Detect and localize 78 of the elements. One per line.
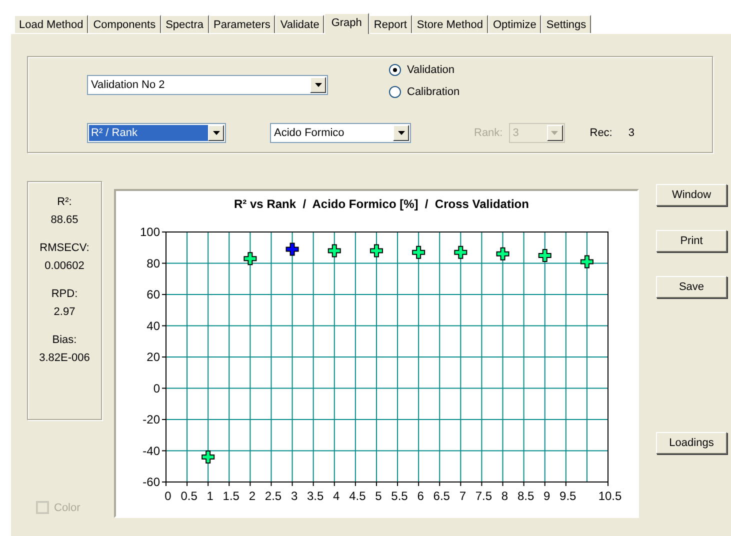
tick-label: 9 [544, 489, 550, 503]
action-button[interactable]: Save [656, 276, 727, 298]
tick-label: 3.5 [307, 489, 324, 503]
data-point [538, 248, 552, 262]
tick-label: -60 [142, 475, 160, 489]
stat-value: 2.97 [54, 306, 76, 318]
action-button[interactable]: Loadings [656, 432, 727, 454]
tick-label: 2.5 [264, 489, 282, 503]
radio-button[interactable] [389, 64, 401, 76]
tick-label: 20 [146, 350, 160, 364]
tick-label: 0.5 [180, 489, 198, 503]
tick-label: 80 [146, 256, 160, 270]
stat-label: R²: [57, 196, 72, 208]
tick-label: 100 [140, 225, 160, 239]
tab[interactable]: Report [368, 15, 412, 33]
data-point [454, 246, 468, 259]
stat-label: RMSECV: [40, 242, 90, 254]
tick-label: 4 [333, 489, 340, 503]
data-point [412, 246, 426, 259]
tick-label: 6.5 [433, 489, 450, 503]
tick-label: 4.5 [349, 489, 366, 503]
tick-label: 7 [459, 489, 466, 503]
caret-icon [212, 131, 220, 135]
tick-label: -40 [142, 444, 160, 458]
rec-label: Rec: [590, 127, 612, 139]
tick-label: 9.5 [560, 489, 576, 503]
tab[interactable]: Spectra [160, 15, 209, 33]
radio-button[interactable] [389, 86, 401, 98]
tick-label: 8.5 [517, 489, 534, 503]
tick-label: 7.5 [475, 489, 492, 503]
tab[interactable]: Store Method [412, 15, 488, 33]
tick-label: 0 [164, 489, 172, 503]
tab[interactable]: Graph [324, 13, 369, 34]
dropdown[interactable]: Validation No 2 [87, 75, 328, 95]
caret-icon [551, 131, 558, 135]
tick-label: 40 [146, 318, 160, 333]
tab[interactable]: Settings [541, 15, 592, 33]
tick-label: 0 [153, 381, 160, 396]
data-point [496, 247, 510, 260]
stat-value: 88.65 [50, 214, 78, 226]
stat-label: Bias: [52, 334, 77, 346]
caret-icon [314, 83, 322, 87]
tab[interactable]: Load Method [14, 15, 88, 33]
stat-value: 3.82E-006 [39, 352, 90, 364]
rec-value: 3 [628, 127, 634, 139]
data-point [202, 450, 215, 464]
checkbox-label: Color [54, 502, 80, 514]
stat-value: 0.00602 [44, 260, 84, 272]
dropdown[interactable]: R² / Rank [87, 123, 226, 143]
tab[interactable]: Validate [275, 15, 324, 33]
tick-label: -20 [142, 412, 160, 426]
tab[interactable]: Components [88, 15, 161, 33]
tick-label: 1 [206, 489, 214, 503]
tick-label: 10.5 [598, 489, 622, 503]
action-button[interactable]: Print [656, 230, 727, 252]
rank-label: Rank: [474, 127, 503, 139]
chart-title: R² vs Rank / Acido Formico [%] / Cross Validation [234, 197, 529, 211]
tick-label: 5 [375, 489, 382, 503]
data-point [286, 242, 299, 256]
action-button[interactable]: Window [656, 184, 727, 206]
data-point [370, 244, 383, 258]
caret-icon [398, 131, 404, 135]
radio-label: Validation [407, 64, 454, 76]
tab[interactable]: Optimize [488, 15, 542, 33]
tick-label: 1.5 [222, 489, 240, 503]
radio-label: Calibration [407, 86, 460, 98]
tick-label: 6 [417, 489, 424, 503]
tick-label: 3 [290, 489, 298, 503]
stat-label: RPD: [51, 288, 78, 300]
tab[interactable]: Parameters [208, 15, 276, 33]
data-point [244, 252, 257, 266]
tick-label: 2 [248, 489, 256, 503]
tick-label: 5.5 [391, 489, 408, 503]
tick-label: 8 [501, 489, 508, 503]
tick-label: 60 [146, 288, 160, 302]
data-point [328, 244, 341, 258]
dropdown[interactable]: Acido Formico [270, 123, 411, 143]
data-point [580, 255, 594, 268]
